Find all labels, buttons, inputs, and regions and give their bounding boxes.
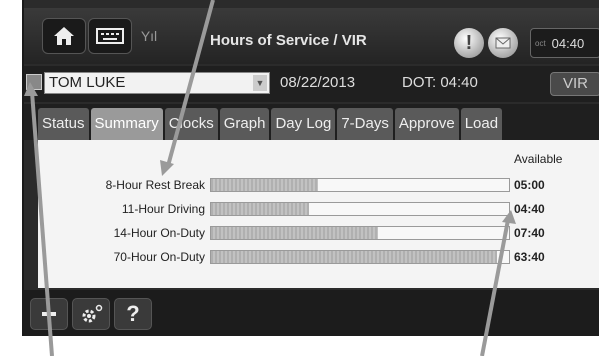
progress-fill — [211, 179, 319, 191]
tab-graph[interactable]: Graph — [219, 108, 270, 140]
row-label: 11-Hour Driving — [121, 202, 205, 216]
progress-bar — [210, 178, 510, 192]
tab-approve[interactable]: Approve — [394, 108, 459, 140]
clock-display: oct 04:40 — [530, 28, 599, 58]
progress-fill — [211, 227, 378, 239]
title-bar: Yıl Hours of Service / VIR ! oct 04:40 — [24, 8, 599, 64]
help-button[interactable]: ? — [114, 298, 152, 330]
tab-status[interactable]: Status — [38, 108, 89, 140]
tab-7-days[interactable]: 7-Days — [337, 108, 393, 140]
row-value: 05:00 — [514, 178, 545, 192]
page-title: Hours of Service / VIR — [210, 32, 367, 49]
tab-day-log[interactable]: Day Log — [271, 108, 336, 140]
driver-row: TOM LUKE ▼ 08/22/2013 DOT: 04:40 VIR — [24, 66, 599, 102]
settings-icon — [82, 304, 103, 323]
device-frame: Yıl Hours of Service / VIR ! oct 04:40 T… — [0, 0, 599, 356]
date-display: 08/22/2013 — [280, 74, 356, 91]
clock-time: 04:40 — [551, 35, 585, 51]
home-icon — [54, 27, 74, 45]
tab-bar: Status Summary Clocks Graph Day Log 7-Da… — [24, 104, 599, 140]
home-button[interactable] — [42, 18, 86, 54]
back-button[interactable] — [30, 298, 68, 330]
tab-load[interactable]: Load — [460, 108, 503, 140]
progress-bar — [210, 202, 510, 216]
progress-fill — [211, 203, 310, 215]
dot-display: DOT: 04:40 — [402, 74, 478, 91]
tab-summary[interactable]: Summary — [90, 108, 163, 140]
chevron-down-icon: ▼ — [253, 75, 267, 91]
bottom-toolbar: ? — [24, 290, 599, 336]
keyboard-button[interactable] — [88, 18, 132, 54]
row-label: 8-Hour Rest Break — [105, 178, 205, 192]
alert-icon[interactable]: ! — [454, 28, 484, 58]
message-icon[interactable] — [488, 28, 518, 58]
rest-break-row: 8-Hour Rest Break 05:00 — [38, 176, 599, 196]
vir-button[interactable]: VIR — [550, 72, 599, 96]
progress-bar — [210, 226, 510, 240]
progress-bar — [210, 250, 510, 264]
clock-label: oct — [535, 38, 546, 48]
row-label: 70-Hour On-Duty — [113, 250, 205, 264]
driver-select[interactable]: TOM LUKE ▼ — [44, 72, 270, 94]
tab-clocks[interactable]: Clocks — [164, 108, 218, 140]
settings-button[interactable] — [72, 298, 110, 330]
summary-panel: Available 8-Hour Rest Break 05:00 11-Hou… — [38, 140, 599, 288]
row-value: 63:40 — [514, 250, 545, 264]
driver-icon[interactable] — [26, 74, 42, 90]
available-header: Available — [514, 152, 563, 166]
on-duty-14-row: 14-Hour On-Duty 07:40 — [38, 224, 599, 244]
progress-fill — [211, 251, 498, 263]
screen: Yıl Hours of Service / VIR ! oct 04:40 T… — [22, 0, 599, 336]
driver-name: TOM LUKE — [49, 74, 126, 91]
row-value: 07:40 — [514, 226, 545, 240]
keyboard-icon — [96, 28, 124, 44]
back-icon — [42, 312, 56, 316]
on-duty-70-row: 70-Hour On-Duty 63:40 — [38, 248, 599, 268]
driving-row: 11-Hour Driving 04:40 — [38, 200, 599, 220]
row-label: 14-Hour On-Duty — [113, 226, 205, 240]
row-value: 04:40 — [514, 202, 545, 216]
signal-icon: Yıl — [140, 28, 158, 44]
